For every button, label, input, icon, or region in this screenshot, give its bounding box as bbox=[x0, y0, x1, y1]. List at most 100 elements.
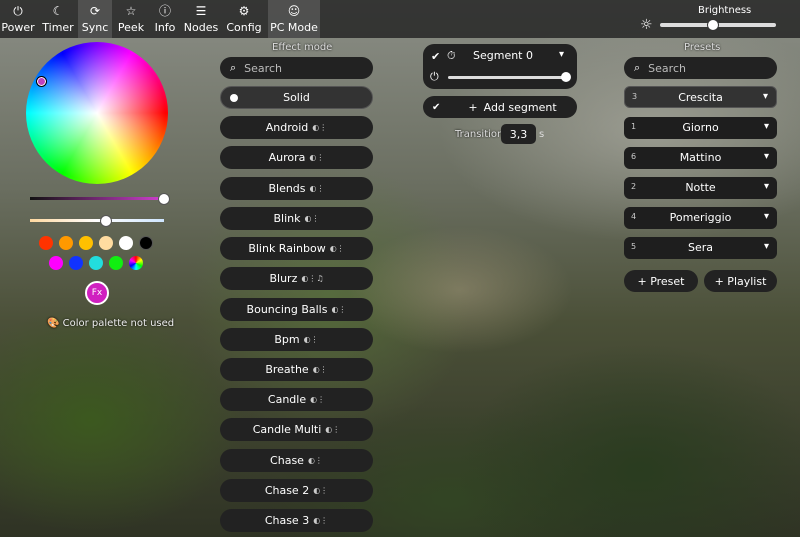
add-segment-button[interactable]: ✔ + Add segment bbox=[423, 96, 577, 118]
effect-flags-icon: ◐⋮ bbox=[303, 335, 319, 344]
add-preset-button[interactable]: + Preset bbox=[624, 270, 698, 292]
swatch-random-icon[interactable] bbox=[129, 256, 143, 270]
effect-item[interactable]: Bpm ◐⋮ bbox=[220, 328, 373, 351]
color-temperature-slider[interactable] bbox=[30, 219, 164, 222]
swatch-amber[interactable] bbox=[79, 236, 93, 250]
effect-label: Aurora bbox=[268, 151, 306, 164]
effect-item[interactable]: Breathe ◐⋮ bbox=[220, 358, 373, 381]
tab-sync[interactable]: ⟳ Sync bbox=[78, 0, 112, 38]
sun-icon[interactable]: ☼ bbox=[640, 17, 653, 33]
preset-item[interactable]: 1 Giorno ▾ bbox=[624, 117, 777, 139]
preset-item[interactable]: 2 Notte ▾ bbox=[624, 177, 777, 199]
power-icon: ⏻ bbox=[13, 3, 23, 18]
preset-item[interactable]: 5 Sera ▾ bbox=[624, 237, 777, 259]
preset-item[interactable]: 3 Crescita ▾ bbox=[624, 86, 777, 108]
chevron-down-icon[interactable]: ▾ bbox=[764, 121, 769, 132]
color-wheel[interactable] bbox=[26, 42, 168, 184]
segment-brightness-slider[interactable] bbox=[448, 76, 568, 79]
chevron-down-icon[interactable]: ▾ bbox=[764, 241, 769, 252]
effect-flags-icon: ◐⋮ bbox=[309, 153, 325, 162]
tab-label: Peek bbox=[117, 20, 145, 34]
list-icon: ☰ bbox=[195, 3, 207, 18]
transition-input[interactable]: 3,3 bbox=[501, 124, 536, 144]
effect-item[interactable]: Chase 2 ◐⋮ bbox=[220, 479, 373, 502]
effect-item[interactable]: Chase ◐⋮ bbox=[220, 449, 373, 472]
tab-label: Info bbox=[154, 20, 176, 34]
brightness-label: Brightness bbox=[698, 5, 752, 16]
segment-brightness-slider-thumb[interactable] bbox=[561, 72, 571, 82]
tab-label: Nodes bbox=[183, 20, 219, 34]
swatch-green[interactable] bbox=[109, 256, 123, 270]
tab-power[interactable]: ⏻ Power bbox=[0, 0, 36, 38]
tab-info[interactable]: ⓘ Info bbox=[150, 0, 180, 38]
swatch-cyan[interactable] bbox=[89, 256, 103, 270]
chevron-down-icon[interactable]: ▾ bbox=[764, 181, 769, 192]
swatch-black[interactable] bbox=[139, 236, 153, 250]
add-playlist-button[interactable]: + Playlist bbox=[704, 270, 777, 292]
color-temperature-slider-thumb[interactable] bbox=[100, 215, 112, 227]
effect-mode-title: Effect mode bbox=[272, 42, 333, 53]
effect-item[interactable]: Blends ◐⋮ bbox=[220, 177, 373, 200]
tab-label: Power bbox=[1, 20, 35, 34]
swatch-red[interactable] bbox=[39, 236, 53, 250]
effect-item[interactable]: Blink Rainbow ◐⋮ bbox=[220, 237, 373, 260]
color-value-slider[interactable] bbox=[30, 197, 164, 200]
effect-item[interactable]: Blink ◐⋮ bbox=[220, 207, 373, 230]
tab-label: PC Mode bbox=[270, 20, 318, 34]
sync-icon: ⟳ bbox=[89, 3, 101, 18]
info-icon: ⓘ bbox=[158, 3, 171, 18]
effect-label: Candle bbox=[267, 393, 307, 406]
effect-label: Candle Multi bbox=[252, 423, 322, 436]
effect-item[interactable]: Chase 3 ◐⋮ bbox=[220, 509, 373, 532]
segment-select-checkbox-icon[interactable]: ✔ bbox=[431, 50, 440, 63]
star-icon: ☆ bbox=[125, 3, 137, 18]
color-wheel-marker[interactable] bbox=[36, 76, 47, 87]
swatch-blue[interactable] bbox=[69, 256, 83, 270]
effect-label: Chase 2 bbox=[264, 484, 310, 497]
segment-name[interactable]: Segment 0 bbox=[473, 49, 533, 62]
effect-label: Blink bbox=[273, 212, 301, 225]
chevron-down-icon[interactable]: ▾ bbox=[763, 91, 768, 102]
preset-name: Notte bbox=[685, 181, 716, 194]
tab-peek[interactable]: ☆ Peek bbox=[114, 0, 148, 38]
tab-nodes[interactable]: ☰ Nodes bbox=[184, 0, 218, 38]
effect-label: Android bbox=[265, 121, 309, 134]
effect-flags-icon: ◐⋮ bbox=[313, 516, 329, 525]
preset-search-input[interactable]: ⌕ Search bbox=[624, 57, 777, 79]
effect-item-solid[interactable]: Solid bbox=[220, 86, 373, 109]
swatch-orange[interactable] bbox=[59, 236, 73, 250]
tab-timer[interactable]: ☾ Timer bbox=[38, 0, 78, 38]
search-icon: ⌕ bbox=[634, 61, 641, 74]
palette-note: 🎨 Color palette not used bbox=[47, 318, 174, 329]
segment-power-icon[interactable]: ⏻ bbox=[430, 70, 439, 84]
timer-icon: ⏱ bbox=[447, 49, 456, 62]
smiley-icon: ☺ bbox=[287, 3, 301, 18]
effect-item[interactable]: Candle ◐⋮ bbox=[220, 388, 373, 411]
effect-search-input[interactable]: ⌕ Search bbox=[220, 57, 373, 79]
segment-card: ✔ ⏱ Segment 0 ▾ ⏻ bbox=[423, 44, 577, 89]
brightness-slider-thumb[interactable] bbox=[707, 19, 720, 31]
swatch-white[interactable] bbox=[119, 236, 133, 250]
palette-note-text: Color palette not used bbox=[62, 318, 175, 329]
swatch-magenta[interactable] bbox=[49, 256, 63, 270]
effect-item[interactable]: Bouncing Balls ◐⋮ bbox=[220, 298, 373, 321]
tab-config[interactable]: ⚙ Config bbox=[225, 0, 263, 38]
color-value-slider-thumb[interactable] bbox=[158, 193, 170, 205]
effect-item[interactable]: Aurora ◐⋮ bbox=[220, 146, 373, 169]
chevron-down-icon[interactable]: ▾ bbox=[764, 151, 769, 162]
effect-label: Bpm bbox=[274, 333, 300, 346]
effect-item[interactable]: Candle Multi ◐⋮ bbox=[220, 418, 373, 441]
chevron-down-icon[interactable]: ▾ bbox=[559, 49, 564, 60]
chevron-down-icon[interactable]: ▾ bbox=[764, 211, 769, 222]
effect-item[interactable]: Android ◐⋮ bbox=[220, 116, 373, 139]
swatch-warm-white[interactable] bbox=[99, 236, 113, 250]
top-nav-bar: ⏻ Power ☾ Timer ⟳ Sync ☆ Peek ⓘ Info ☰ N… bbox=[0, 0, 800, 38]
preset-item[interactable]: 6 Mattino ▾ bbox=[624, 147, 777, 169]
tab-pc-mode[interactable]: ☺ PC Mode bbox=[268, 0, 320, 38]
fx-button[interactable]: Fx bbox=[85, 281, 109, 305]
effect-label: Solid bbox=[283, 91, 310, 104]
preset-item[interactable]: 4 Pomeriggio ▾ bbox=[624, 207, 777, 229]
effect-item[interactable]: Blurz ◐⋮♫ bbox=[220, 267, 373, 290]
preset-search-placeholder: Search bbox=[648, 61, 686, 75]
plus-icon: + bbox=[468, 100, 478, 114]
